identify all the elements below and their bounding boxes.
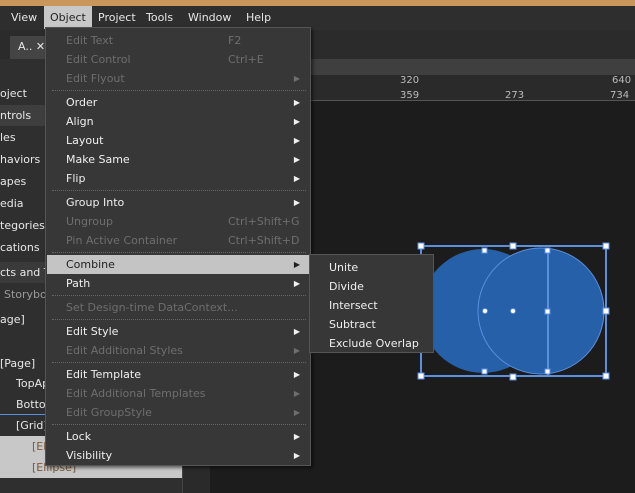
ruler-label: 273 bbox=[505, 90, 525, 101]
label: Combine bbox=[66, 258, 115, 271]
menu-item-path[interactable]: Path ▶ bbox=[47, 274, 309, 293]
label: Path bbox=[66, 277, 91, 290]
menu-item-visibility[interactable]: Visibility ▶ bbox=[47, 446, 309, 465]
separator bbox=[52, 319, 306, 320]
submenu-arrow-icon: ▶ bbox=[293, 370, 300, 379]
menu-item-edit-groupstyle[interactable]: Edit GroupStyle ▶ bbox=[47, 403, 309, 422]
menu-item-lock[interactable]: Lock ▶ bbox=[47, 427, 309, 446]
menu-item-edit-template[interactable]: Edit Template ▶ bbox=[47, 365, 309, 384]
submenu-arrow-icon: ▶ bbox=[293, 98, 300, 107]
submenu-arrow-icon: ▶ bbox=[293, 327, 300, 336]
submenu-arrow-icon: ▶ bbox=[293, 136, 300, 145]
menu-item-edit-additional-templates[interactable]: Edit Additional Templates ▶ bbox=[47, 384, 309, 403]
label: Flip bbox=[66, 172, 86, 185]
menu-view[interactable]: View bbox=[5, 6, 43, 29]
submenu-arrow-icon: ▶ bbox=[293, 174, 300, 183]
label: Lock bbox=[66, 430, 92, 443]
menu-item-layout[interactable]: Layout ▶ bbox=[47, 131, 309, 150]
ruler-label: 640 bbox=[612, 75, 632, 86]
label: Order bbox=[66, 96, 98, 109]
menu-item-edit-flyout[interactable]: Edit Flyout ▶ bbox=[47, 69, 309, 88]
combine-submenu: Unite Divide Intersect Subtract Exclude … bbox=[309, 254, 434, 353]
menu-item-pin-active-container[interactable]: Pin Active Container Ctrl+Shift+D bbox=[47, 231, 309, 250]
submenu-arrow-icon: ▶ bbox=[293, 346, 300, 355]
menu-item-order[interactable]: Order ▶ bbox=[47, 93, 309, 112]
document-tab[interactable]: A.. ✕ bbox=[10, 36, 48, 59]
submenu-arrow-icon: ▶ bbox=[293, 74, 300, 83]
menu-item-ungroup[interactable]: Ungroup Ctrl+Shift+G bbox=[47, 212, 309, 231]
menu-item-make-same[interactable]: Make Same ▶ bbox=[47, 150, 309, 169]
label: Group Into bbox=[66, 196, 125, 209]
separator bbox=[52, 424, 306, 425]
separator bbox=[52, 90, 306, 91]
label: Edit Additional Templates bbox=[66, 387, 206, 400]
label: Visibility bbox=[66, 449, 113, 462]
label: Ungroup bbox=[66, 215, 113, 228]
shapes[interactable] bbox=[410, 236, 620, 386]
label: Edit Text bbox=[66, 34, 114, 47]
label: Edit GroupStyle bbox=[66, 406, 152, 419]
label: Make Same bbox=[66, 153, 130, 166]
menu-tools[interactable]: Tools bbox=[140, 6, 179, 29]
ruler-label: 359 bbox=[400, 90, 420, 101]
menu-object[interactable]: Object bbox=[44, 6, 92, 29]
ruler-label: 734 bbox=[610, 90, 630, 101]
label: Edit Template bbox=[66, 368, 141, 381]
submenu-arrow-icon: ▶ bbox=[293, 389, 300, 398]
menu-item-edit-text[interactable]: Edit Text F2 bbox=[47, 31, 309, 50]
separator bbox=[52, 252, 306, 253]
menu-window[interactable]: Window bbox=[182, 6, 237, 29]
shortcut: F2 bbox=[228, 34, 242, 47]
menu-item-flip[interactable]: Flip ▶ bbox=[47, 169, 309, 188]
submenu-arrow-icon: ▶ bbox=[293, 432, 300, 441]
submenu-item-exclude-overlap[interactable]: Exclude Overlap bbox=[310, 334, 433, 353]
menu-item-edit-control[interactable]: Edit Control Ctrl+E bbox=[47, 50, 309, 69]
menu-item-combine[interactable]: Combine ▶ bbox=[47, 255, 309, 274]
submenu-arrow-icon: ▶ bbox=[293, 155, 300, 164]
submenu-arrow-icon: ▶ bbox=[293, 117, 300, 126]
ruler-label: 320 bbox=[400, 75, 420, 86]
label: Align bbox=[66, 115, 94, 128]
submenu-arrow-icon: ▶ bbox=[293, 198, 300, 207]
label: Layout bbox=[66, 134, 104, 147]
submenu-arrow-icon: ▶ bbox=[293, 408, 300, 417]
separator bbox=[52, 190, 306, 191]
shortcut: Ctrl+Shift+D bbox=[228, 234, 300, 247]
submenu-item-divide[interactable]: Divide bbox=[310, 277, 433, 296]
label: Edit Control bbox=[66, 53, 131, 66]
label: Edit Flyout bbox=[66, 72, 125, 85]
close-icon[interactable]: ✕ bbox=[36, 40, 45, 53]
label: Pin Active Container bbox=[66, 234, 178, 247]
menu-item-set-datacontext[interactable]: Set Design-time DataContext... bbox=[47, 298, 309, 317]
submenu-item-intersect[interactable]: Intersect bbox=[310, 296, 433, 315]
submenu-arrow-icon: ▶ bbox=[293, 451, 300, 460]
menu-item-group-into[interactable]: Group Into ▶ bbox=[47, 193, 309, 212]
menu-project[interactable]: Project bbox=[92, 6, 142, 29]
submenu-arrow-icon: ▶ bbox=[293, 279, 300, 288]
menu-item-align[interactable]: Align ▶ bbox=[47, 112, 309, 131]
shortcut: Ctrl+E bbox=[228, 53, 264, 66]
submenu-item-subtract[interactable]: Subtract bbox=[310, 315, 433, 334]
shortcut: Ctrl+Shift+G bbox=[228, 215, 300, 228]
label: Edit Additional Styles bbox=[66, 344, 183, 357]
horizontal-ruler: 320 640 359 273 734 bbox=[310, 75, 635, 101]
submenu-item-unite[interactable]: Unite bbox=[310, 258, 433, 277]
menu-item-edit-style[interactable]: Edit Style ▶ bbox=[47, 322, 309, 341]
ellipse-right[interactable] bbox=[477, 247, 605, 375]
menu-item-edit-additional-styles[interactable]: Edit Additional Styles ▶ bbox=[47, 341, 309, 360]
submenu-arrow-icon: ▶ bbox=[293, 260, 300, 269]
object-menu: Edit Text F2 Edit Control Ctrl+E Edit Flyo… bbox=[45, 27, 311, 466]
separator bbox=[52, 295, 306, 296]
label: Edit Style bbox=[66, 325, 119, 338]
tab-label: A.. bbox=[18, 40, 33, 53]
separator bbox=[52, 362, 306, 363]
menu-help[interactable]: Help bbox=[240, 6, 277, 29]
